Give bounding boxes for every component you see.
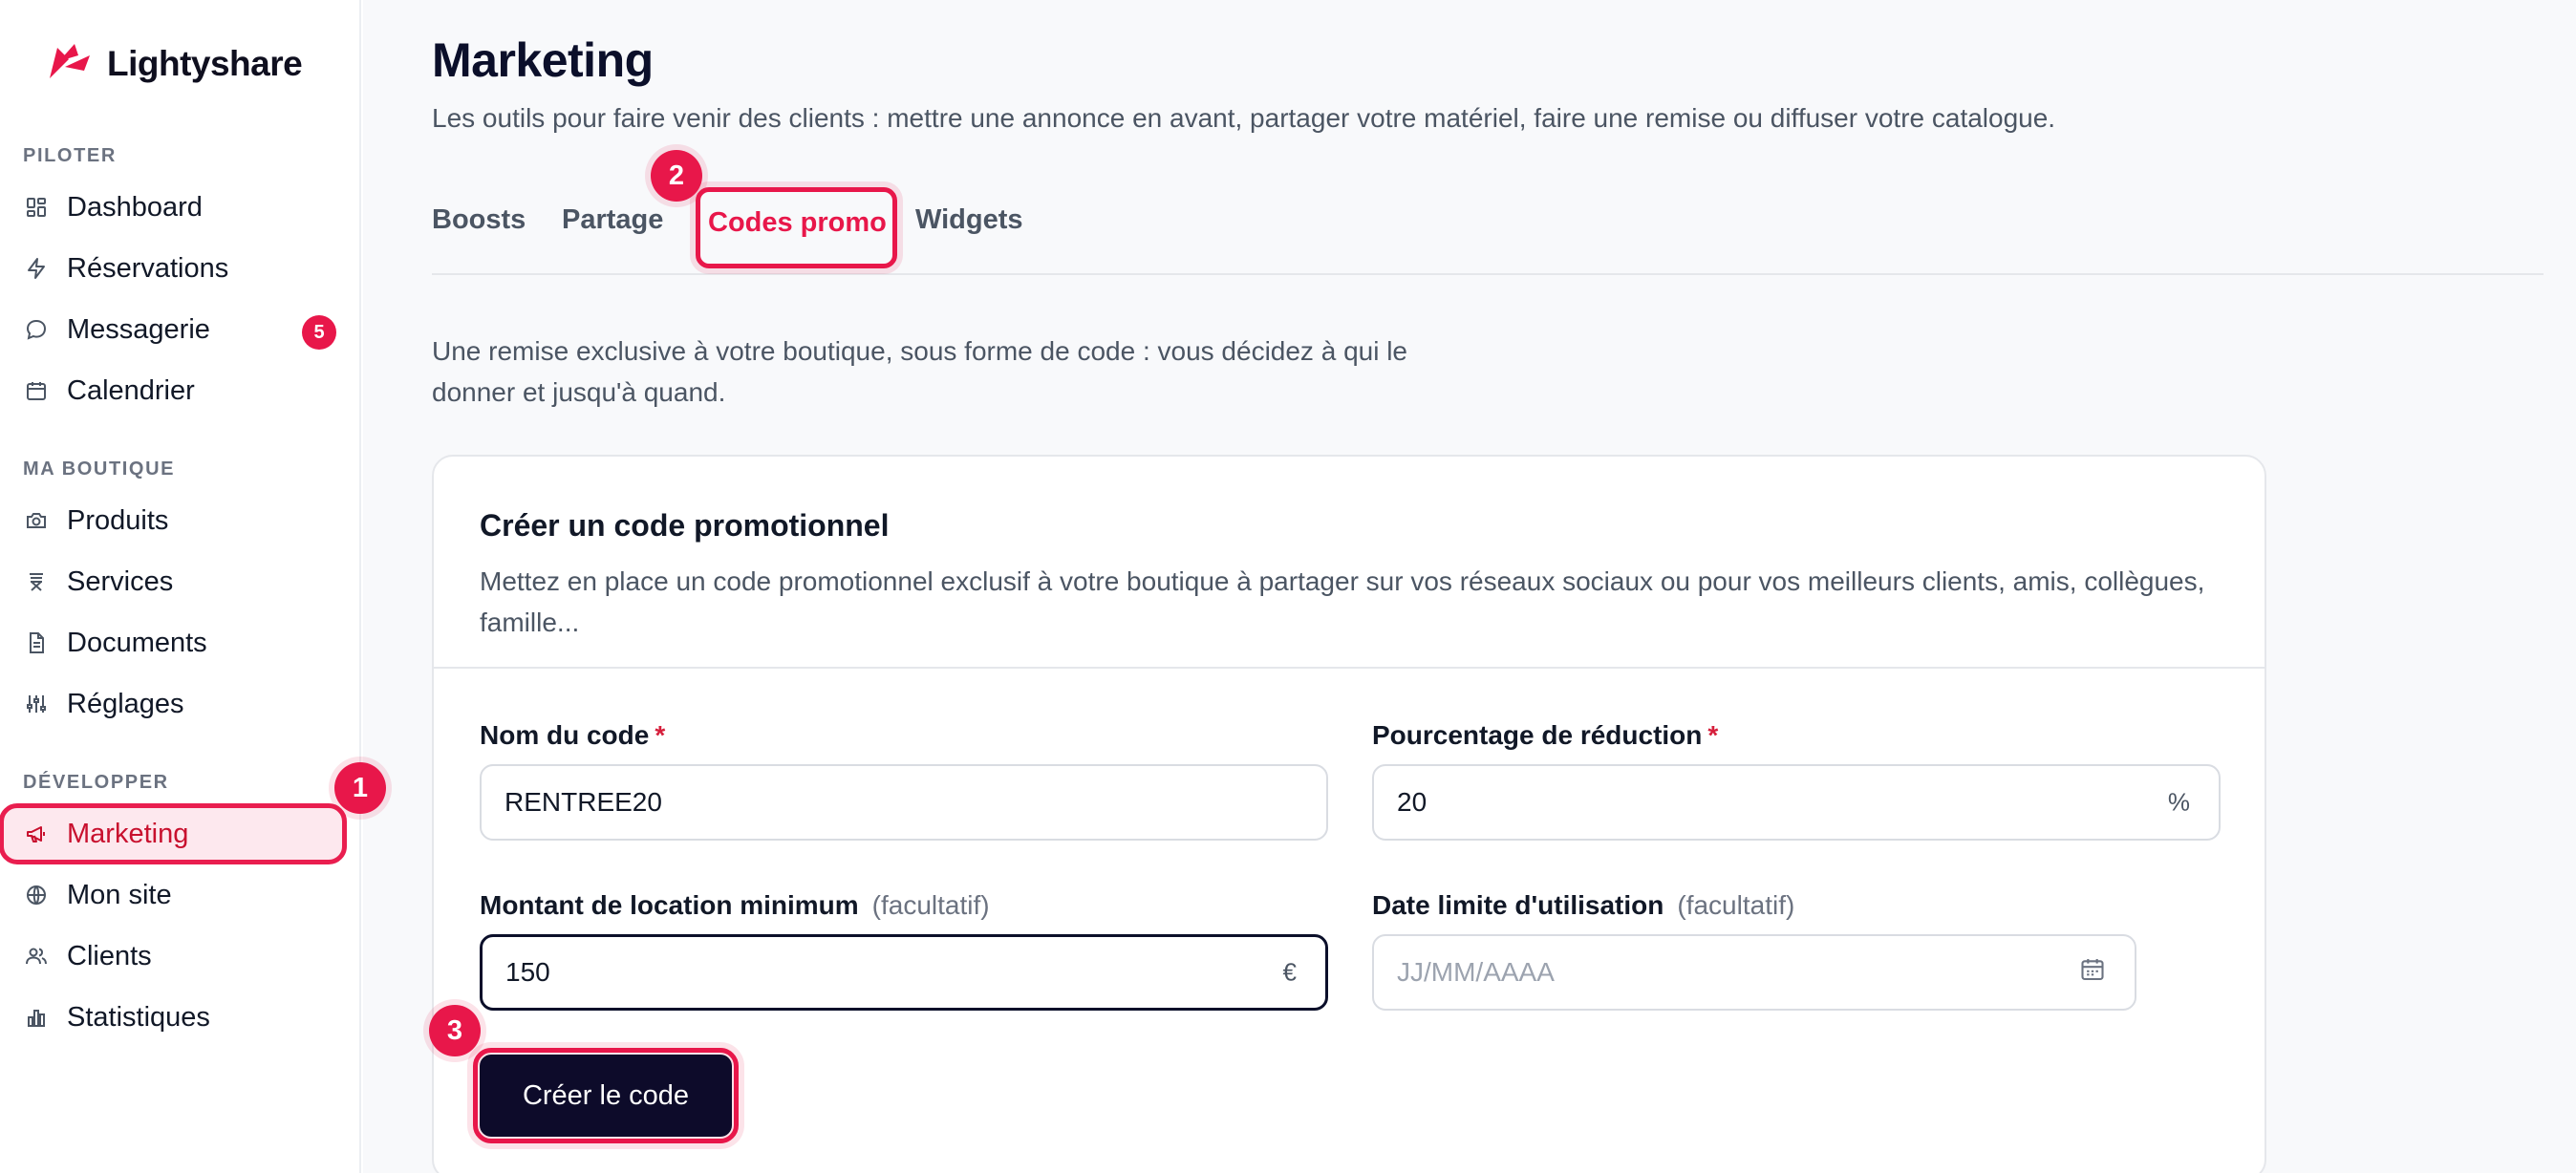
sidebar-item-documents[interactable]: Documents [13,617,342,669]
card-header: Créer un code promotionnel Mettez en pla… [434,457,2265,669]
step-callout-3: 3 [429,1005,481,1056]
sidebar-item-label: Messagerie [67,313,210,345]
director-chair-icon [23,568,50,595]
min-amount-input[interactable]: 150 € [480,934,1328,1011]
sidebar-item-services[interactable]: Services [13,556,342,608]
brand-logo[interactable]: Lightyshare [46,42,303,85]
sidebar-item-calendrier[interactable]: Calendrier [13,365,342,416]
sidebar-item-label: Statistiques [67,1001,210,1033]
sidebar-item-label: Calendrier [67,374,195,406]
brand-name: Lightyshare [107,43,303,83]
sidebar: Lightyshare PILOTER Dashboard Réservatio… [0,0,361,1173]
sidebar-item-label: Dashboard [67,191,203,223]
calendar-icon [23,377,50,404]
deadline-date-input[interactable]: JJ/MM/AAAA [1372,934,2136,1011]
section-label-ma-boutique: MA BOUTIQUE [23,459,176,480]
section-intro: Une remise exclusive à votre boutique, s… [432,336,1408,407]
page-title: Marketing [432,33,654,87]
required-marker: * [655,720,666,750]
sidebar-item-label: Réservations [67,252,229,284]
step-callout-2: 2 [651,150,702,202]
unread-count-badge: 5 [302,315,336,350]
sidebar-item-reglages[interactable]: Réglages [13,678,342,730]
tab-bar: Boosts Partage Codes promo Widgets [432,187,2544,275]
percent-suffix: % [2167,787,2190,817]
sliders-icon [23,691,50,717]
optional-marker: (facultatif) [871,890,990,920]
document-icon [23,629,50,656]
sidebar-item-mon-site[interactable]: Mon site [13,869,342,921]
tab-widgets[interactable]: Widgets [915,204,1023,236]
sidebar-item-reservations[interactable]: Réservations [13,243,342,294]
min-amount-label: Montant de location minimum (facultatif) [480,890,990,920]
calendar-picker-icon[interactable] [2079,956,2106,990]
sidebar-item-label: Mon site [67,879,172,910]
dashboard-icon [23,194,50,221]
section-label-developper: DÉVELOPPER [23,772,169,793]
create-code-button[interactable]: Créer le code [473,1048,739,1143]
section-label-piloter: PILOTER [23,145,117,166]
sidebar-item-dashboard[interactable]: Dashboard [13,181,342,233]
globe-icon [23,882,50,908]
lightyshare-logo-icon [46,42,94,85]
sidebar-item-label: Services [67,565,174,597]
tab-boosts[interactable]: Boosts [432,204,526,236]
sidebar-item-messagerie[interactable]: Messagerie 5 [13,304,342,355]
deadline-label: Date limite d'utilisation (facultatif) [1372,890,1795,920]
card-description: Mettez en place un code promotionnel exc… [480,566,2205,637]
required-marker: * [1707,720,1719,750]
megaphone-icon [23,821,50,847]
sidebar-item-label: Marketing [67,818,189,849]
bar-chart-icon [23,1004,50,1031]
discount-label: Pourcentage de réduction * [1372,720,1719,750]
page-subtitle: Les outils pour faire venir des clients … [432,103,2056,133]
optional-marker: (facultatif) [1677,890,1795,920]
discount-input[interactable]: 20 % [1372,764,2221,841]
code-name-input[interactable]: RENTREE20 [480,764,1328,841]
sidebar-item-label: Produits [67,504,169,536]
card-title: Créer un code promotionnel [480,508,890,543]
sidebar-item-statistiques[interactable]: Statistiques [13,992,342,1043]
sidebar-item-marketing[interactable]: Marketing [0,803,347,864]
chat-bubble-icon [23,316,50,343]
camera-icon [23,507,50,534]
step-callout-1: 1 [334,762,386,814]
users-icon [23,943,50,970]
tab-partage[interactable]: Partage [562,204,663,236]
sidebar-item-label: Clients [67,940,152,971]
promo-code-card: Créer un code promotionnel Mettez en pla… [432,455,2266,1173]
sidebar-item-clients[interactable]: Clients [13,930,342,982]
tab-codes-promo[interactable]: Codes promo [696,187,897,268]
sidebar-item-produits[interactable]: Produits [13,495,342,546]
sidebar-item-label: Documents [67,627,207,658]
code-name-label: Nom du code * [480,720,666,750]
deadline-placeholder: JJ/MM/AAAA [1397,957,1555,987]
bolt-icon [23,255,50,282]
sidebar-item-label: Réglages [67,688,184,719]
euro-suffix: € [1282,957,1297,987]
